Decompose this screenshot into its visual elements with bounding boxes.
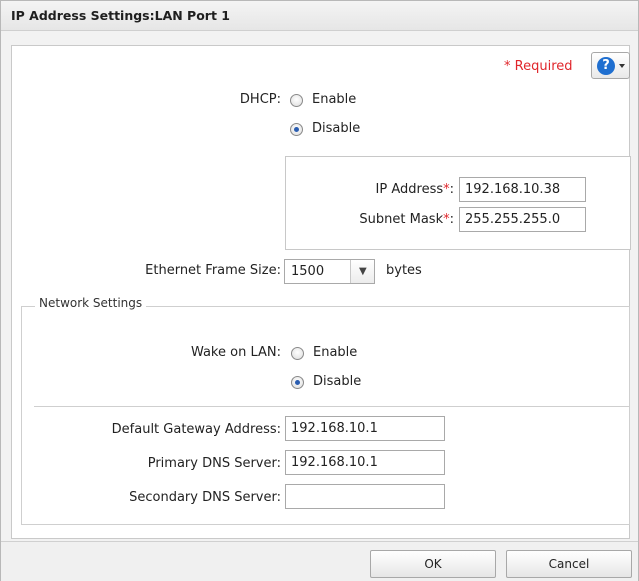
ip-settings-dialog: IP Address Settings:LAN Port 1 * Require… — [0, 0, 639, 581]
static-ip-panel — [285, 156, 631, 250]
required-label: Required — [514, 59, 573, 74]
dhcp-enable-label[interactable]: Enable — [312, 92, 356, 107]
secondary-dns-input[interactable] — [285, 484, 445, 509]
subnet-mask-label: Subnet Mask*: — [359, 212, 454, 227]
default-gateway-input[interactable]: 192.168.10.1 — [285, 416, 445, 441]
dialog-title: IP Address Settings:LAN Port 1 — [11, 8, 231, 23]
wol-disable-radio[interactable] — [291, 376, 304, 389]
help-button[interactable]: ? — [591, 52, 630, 79]
ip-address-input[interactable]: 192.168.10.38 — [459, 177, 586, 202]
required-note: * Required — [504, 59, 573, 74]
chevron-down-icon: ▼ — [359, 266, 367, 277]
dhcp-label: DHCP: — [239, 92, 281, 107]
frame-size-dropdown-button[interactable]: ▼ — [350, 260, 374, 283]
primary-dns-label: Primary DNS Server: — [147, 456, 281, 471]
frame-size-unit: bytes — [386, 263, 422, 278]
subnet-mask-input[interactable]: 255.255.255.0 — [459, 207, 586, 232]
network-settings-legend: Network Settings — [35, 296, 147, 310]
secondary-dns-label: Secondary DNS Server: — [129, 490, 281, 505]
dhcp-enable-radio[interactable] — [290, 94, 303, 107]
wol-enable-radio[interactable] — [291, 347, 304, 360]
primary-dns-input[interactable]: 192.168.10.1 — [285, 450, 445, 475]
default-gateway-label: Default Gateway Address: — [111, 422, 281, 437]
dhcp-disable-label[interactable]: Disable — [312, 121, 360, 136]
wake-on-lan-label: Wake on LAN: — [190, 345, 281, 360]
network-divider — [34, 406, 630, 407]
help-icon: ? — [597, 57, 615, 75]
required-star: * — [504, 59, 511, 74]
dialog-titlebar: IP Address Settings:LAN Port 1 — [1, 1, 638, 31]
frame-size-value: 1500 — [291, 264, 325, 279]
dhcp-disable-radio[interactable] — [290, 123, 303, 136]
cancel-button[interactable]: Cancel — [506, 550, 632, 578]
frame-size-label: Ethernet Frame Size: — [145, 263, 281, 278]
frame-size-select[interactable]: 1500 ▼ — [284, 259, 375, 284]
ok-button[interactable]: OK — [370, 550, 496, 578]
caret-down-icon — [619, 64, 625, 68]
ip-address-label: IP Address*: — [375, 182, 454, 197]
wol-enable-label[interactable]: Enable — [313, 345, 357, 360]
wol-disable-label[interactable]: Disable — [313, 374, 361, 389]
